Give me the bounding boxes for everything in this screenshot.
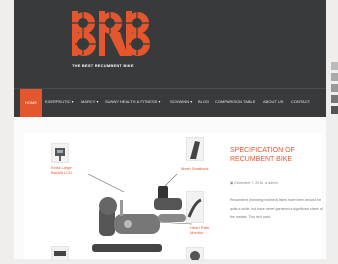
post-meta: ▣ December 7, 2016 ● admin — [230, 181, 278, 185]
nav-item-about-us[interactable]: ABOUT US — [263, 99, 283, 104]
post-date[interactable]: December 7, 2016 — [234, 181, 263, 185]
site-header: THE BEST RECUMBENT BIKE — [14, 0, 326, 88]
rss-icon — [331, 95, 338, 103]
facebook-icon — [331, 62, 338, 70]
post-author[interactable]: admin — [268, 181, 278, 185]
seatback-thumbnail — [186, 137, 204, 161]
callout-backlit-lcd: Extra Large Backlit LCD — [51, 165, 72, 175]
author-icon: ● — [264, 181, 268, 185]
site-logo[interactable] — [70, 8, 150, 60]
main-nav: HOME EXERPEUTIC ▾ MARCY ▾ SUNNY HEALTH &… — [14, 88, 326, 117]
tumblr-button[interactable] — [331, 106, 338, 114]
pinterest-icon — [331, 84, 338, 92]
callout-mesh-seatback: Mesh Seatback — [181, 166, 209, 171]
lcd-thumbnail — [51, 143, 69, 163]
post-excerpt: Recumbent (meaning reclined) bikes have … — [230, 198, 323, 219]
nav-item-contact[interactable]: CONTACT — [291, 99, 310, 104]
twitter-button[interactable] — [331, 73, 338, 81]
callout-heart-rate: Heart Rate Monitor — [190, 225, 210, 235]
heart-rate-grip-icon — [187, 198, 202, 218]
recumbent-bike-illustration — [87, 174, 193, 252]
nav-item-marcy[interactable]: MARCY ▾ — [81, 99, 99, 104]
wheel-icon — [190, 251, 200, 260]
product-image[interactable]: Extra Large Backlit LCD Mesh Seatback He… — [24, 137, 210, 261]
rss-button[interactable] — [331, 95, 338, 103]
pinterest-button[interactable] — [331, 84, 338, 92]
nav-item-home[interactable]: HOME — [20, 89, 42, 117]
lcd-console-icon — [55, 148, 65, 161]
tumblr-icon — [331, 106, 338, 114]
post-title[interactable]: SPECIFICATION OF RECUMBENT BIKE — [230, 146, 330, 164]
facebook-button[interactable] — [331, 62, 338, 70]
nav-item-exerpeutic[interactable]: EXERPEUTIC ▾ — [45, 99, 74, 104]
pedal-icon — [54, 251, 66, 256]
nav-item-blog[interactable]: BLOG — [198, 99, 209, 104]
page: THE BEST RECUMBENT BIKE HOME EXERPEUTIC … — [14, 0, 326, 261]
nav-item-schwinn[interactable]: SCHWINN ▾ — [170, 99, 192, 104]
heart-rate-thumbnail — [186, 191, 204, 223]
nav-item-sunny-health[interactable]: SUNNY HEALTH & FITNESS ▾ — [105, 99, 160, 104]
nav-item-comparison-table[interactable]: COMPARISON TABLE — [215, 99, 255, 104]
site-tagline: THE BEST RECUMBENT BIKE — [72, 63, 134, 68]
twitter-icon — [331, 73, 338, 81]
calendar-icon: ▣ — [230, 181, 234, 185]
mesh-seatback-icon — [190, 141, 200, 159]
